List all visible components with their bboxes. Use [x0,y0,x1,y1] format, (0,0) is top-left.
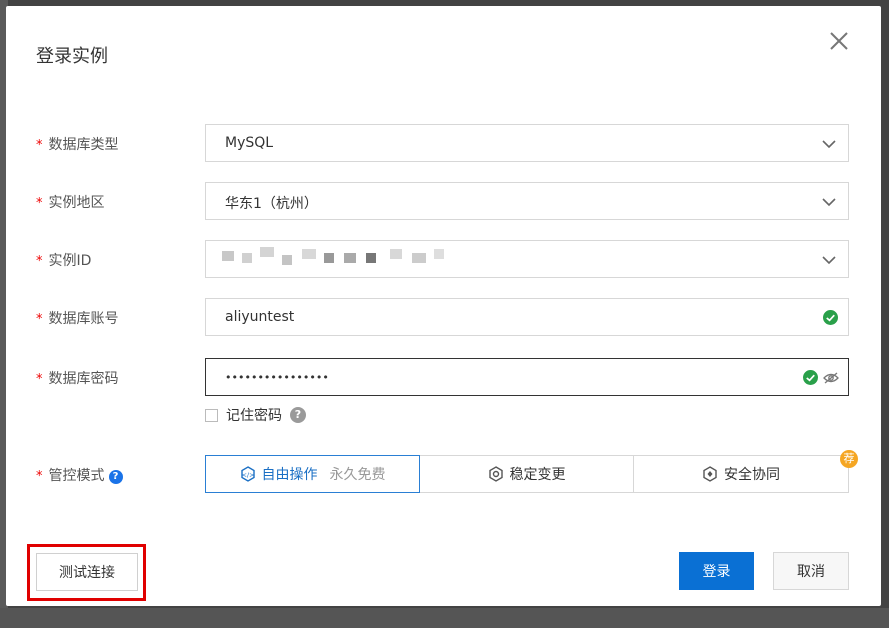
mode-option-secure-label: 安全协同 [724,467,780,483]
mode-option-stable-label: 稳定变更 [509,467,566,483]
account-label-text: 数据库账号 [48,311,119,327]
svg-text:</>: </> [241,471,254,479]
chevron-down-icon [822,140,836,149]
mode-option-free-sub: 永久免费 [329,467,386,483]
mode-option-stable[interactable]: 稳定变更 [419,455,634,493]
instance-id-select[interactable] [205,240,849,278]
red-highlight-box [27,544,146,601]
eye-hidden-icon[interactable] [823,371,839,385]
region-select[interactable]: 华东1（杭州） [205,182,849,220]
mode-option-secure[interactable]: 安全协同 [633,455,849,493]
password-input[interactable]: •••••••••••••••• [205,358,849,396]
secure-collab-icon [703,466,717,482]
remember-password-label: 记住密码 [226,408,282,424]
recommended-badge: 荐 [840,450,858,468]
required-mark: * [36,254,43,269]
control-mode-selector: </> 自由操作 永久免费 稳定变更 安全协同 [205,455,849,493]
db-type-label-text: 数据库类型 [48,137,119,153]
instance-id-label: * 实例ID [36,250,91,270]
mode-option-free[interactable]: </> 自由操作 永久免费 [205,455,420,493]
remember-password-checkbox[interactable] [205,408,218,422]
cancel-button[interactable]: 取消 [773,552,849,590]
help-icon[interactable]: ? [290,407,306,423]
required-mark: * [36,372,43,387]
region-label-text: 实例地区 [48,195,105,211]
region-value: 华东1（杭州） [225,196,318,212]
db-type-value: MySQL [225,135,274,151]
control-mode-label: * 管控模式? [36,465,123,485]
required-mark: * [36,312,43,327]
remember-password: 记住密码 ? [205,405,306,425]
mode-option-free-label: 自由操作 [261,467,318,483]
account-input[interactable]: aliyuntest [205,298,849,336]
check-circle-icon [803,370,818,385]
chevron-down-icon [822,256,836,265]
close-icon [830,32,848,50]
db-type-label: * 数据库类型 [36,134,119,154]
free-op-icon: </> [240,466,255,482]
region-label: * 实例地区 [36,192,105,212]
info-icon[interactable]: ? [108,470,123,484]
db-type-select[interactable]: MySQL [205,124,849,162]
required-mark: * [36,469,43,484]
required-mark: * [36,196,43,211]
account-label: * 数据库账号 [36,308,119,328]
required-mark: * [36,138,43,153]
chevron-down-icon [822,198,836,207]
password-label-text: 数据库密码 [48,371,119,387]
login-button[interactable]: 登录 [679,552,754,590]
close-button[interactable] [826,28,852,54]
login-instance-dialog: 登录实例 * 数据库类型 MySQL * 实例地区 华东1（杭州） * 实例ID [6,6,881,606]
check-circle-icon [823,310,838,325]
instance-id-label-text: 实例ID [48,253,92,269]
stable-change-icon [488,466,503,482]
account-value: aliyuntest [225,309,295,325]
dialog-title: 登录实例 [36,46,108,67]
control-mode-label-text: 管控模式 [48,468,105,484]
password-label: * 数据库密码 [36,368,119,388]
password-value: •••••••••••••••• [225,371,329,384]
background-page-bottom [0,608,889,628]
